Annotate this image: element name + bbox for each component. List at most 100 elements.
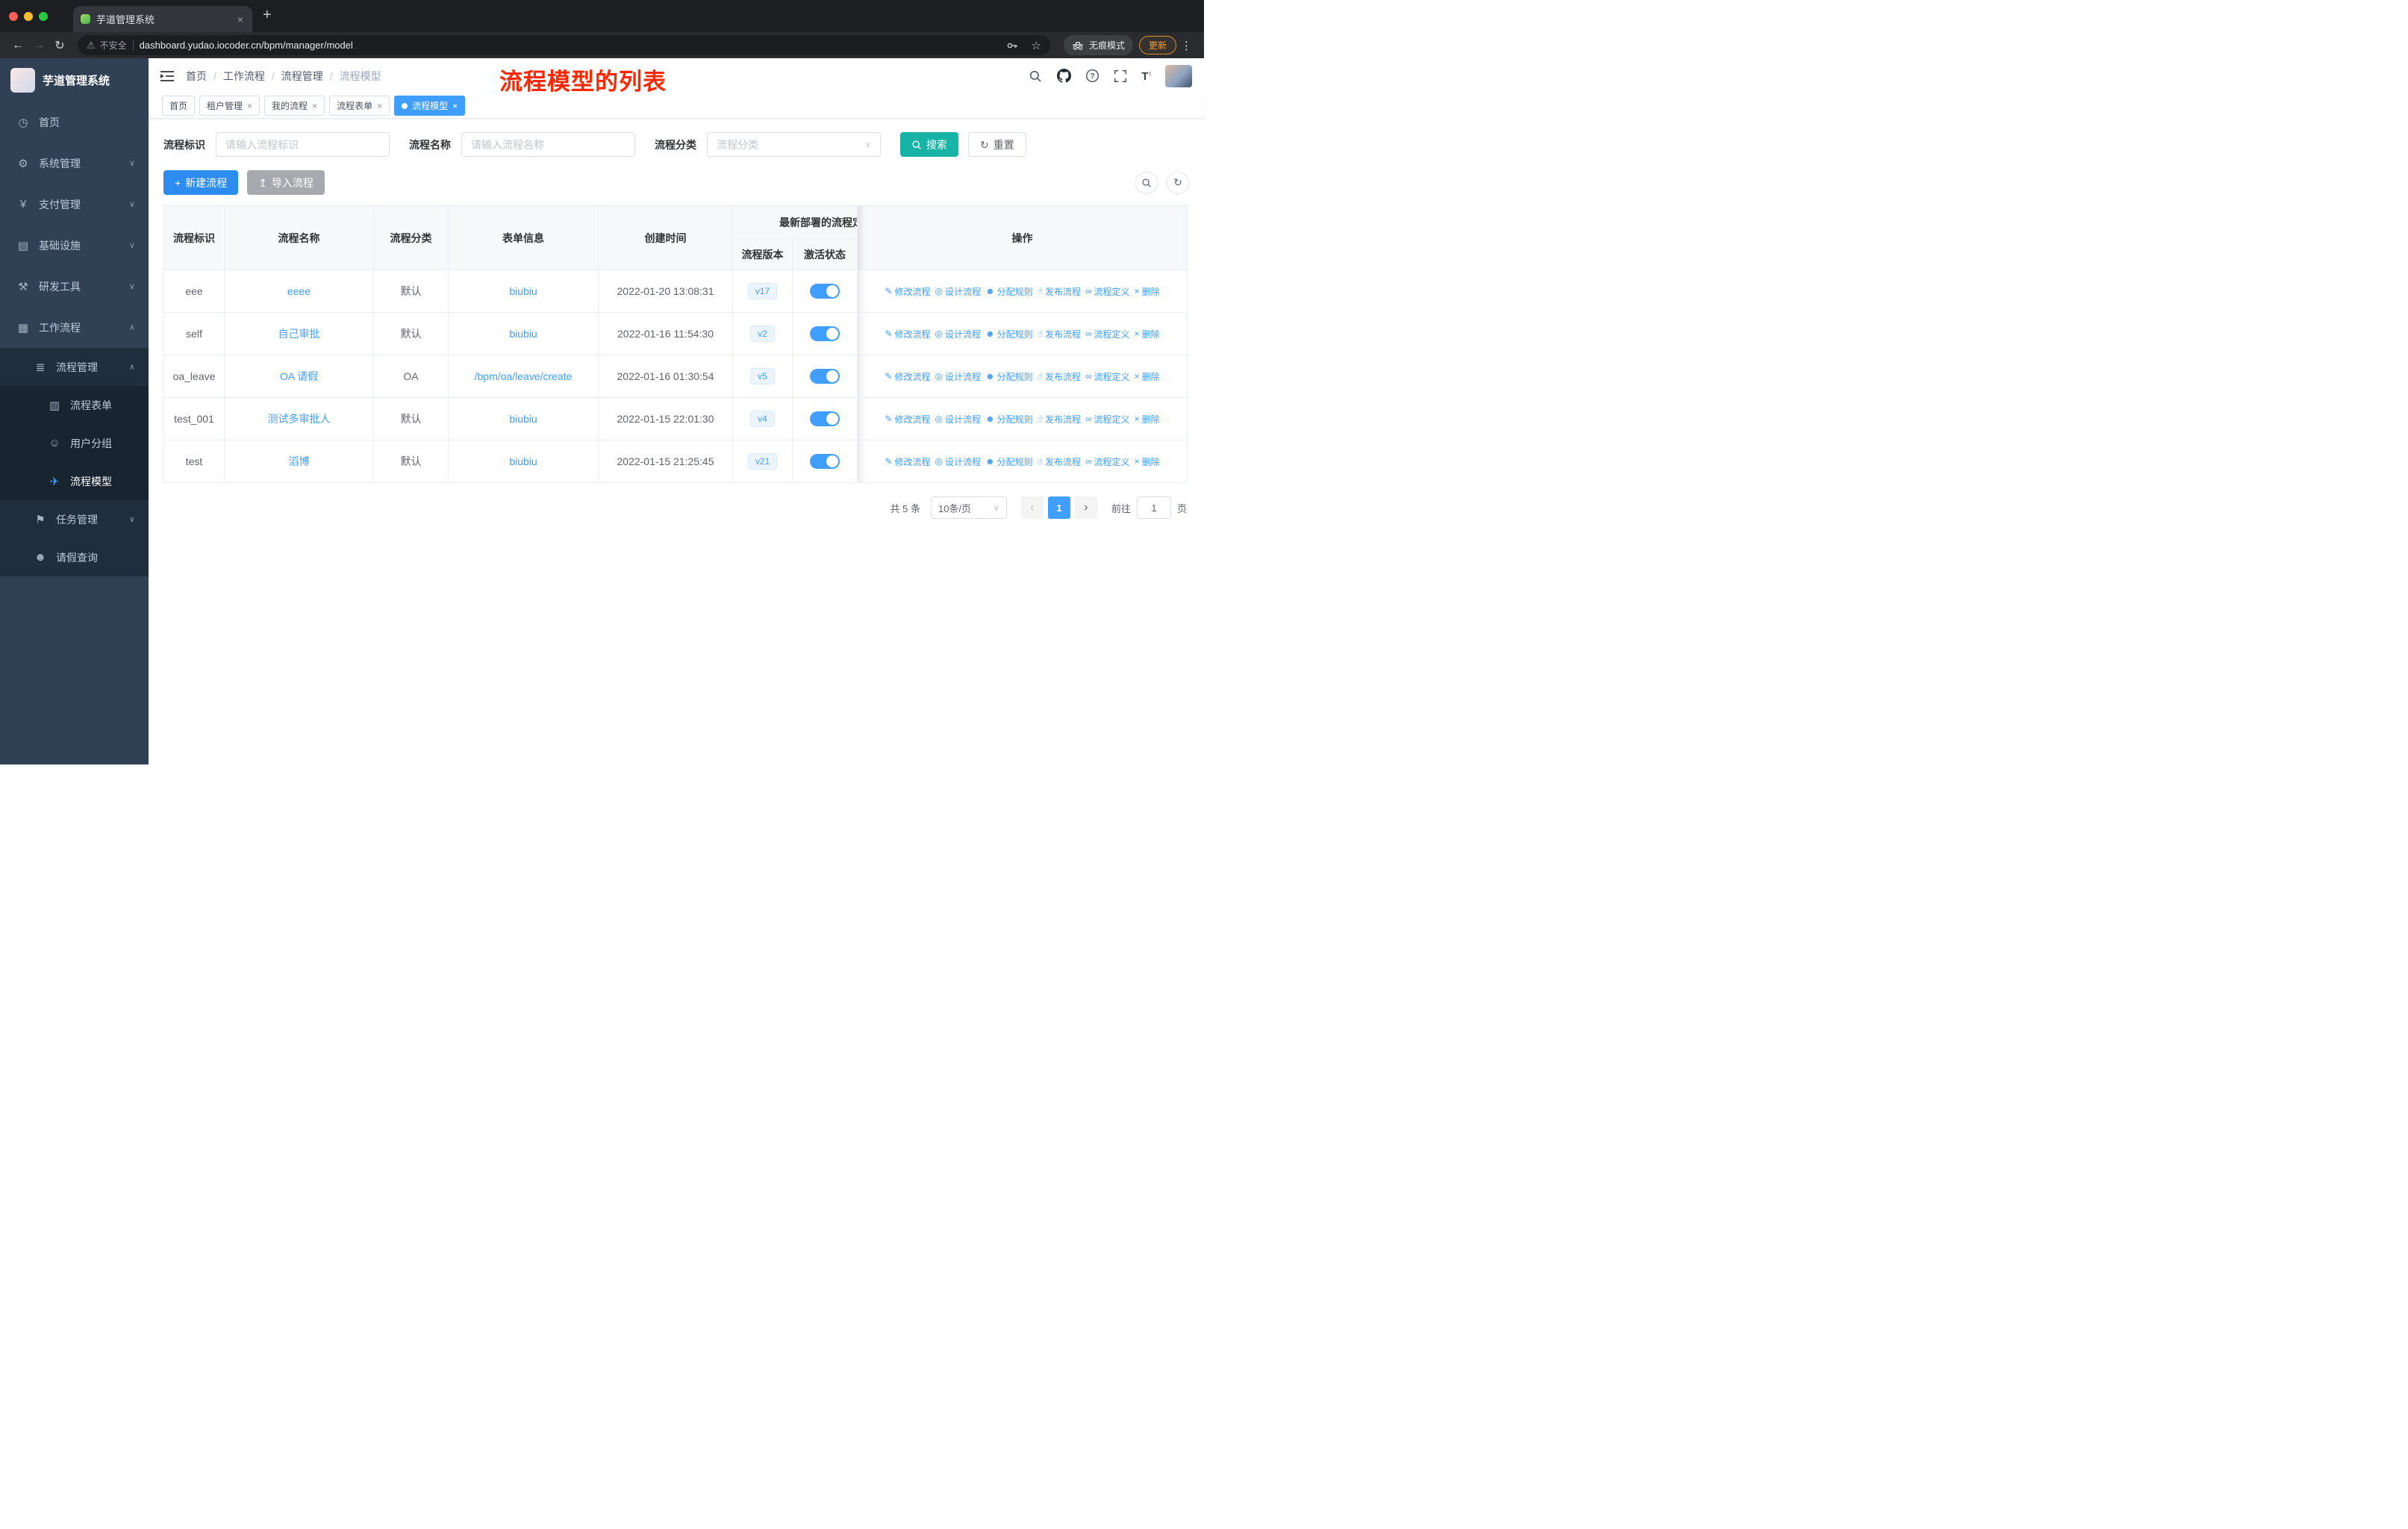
address-bar[interactable]: ⚠ 不安全 dashboard.yudao.iocoder.cn/bpm/man… <box>78 35 1050 55</box>
tag-close-icon[interactable]: × <box>377 101 382 111</box>
form-info-link[interactable]: biubiu <box>509 413 537 425</box>
browser-tab[interactable]: 芋道管理系统 × <box>73 6 252 32</box>
active-toggle[interactable] <box>810 369 840 384</box>
assign-rule-link[interactable]: ☻ 分配规则 <box>985 285 1033 298</box>
reload-button[interactable]: ↻ <box>49 38 70 53</box>
tab-close-icon[interactable]: × <box>236 13 245 25</box>
search-icon[interactable] <box>1028 69 1043 84</box>
process-id-input[interactable] <box>216 132 390 157</box>
font-size-icon[interactable]: T↕ <box>1141 69 1152 83</box>
sidebar-item-leave-query[interactable]: ☻ 请假查询 <box>0 538 149 576</box>
delete-link[interactable]: × 删除 <box>1135 413 1160 426</box>
form-info-link[interactable]: biubiu <box>509 455 537 467</box>
process-definition-link[interactable]: ∞ 流程定义 <box>1085 370 1130 383</box>
current-page-button[interactable]: 1 <box>1047 496 1070 519</box>
sidebar-item-task-management[interactable]: ⚑ 任务管理 ∨ <box>0 500 149 538</box>
password-key-icon[interactable] <box>1006 40 1018 52</box>
design-process-link[interactable]: ◎ 设计流程 <box>935 370 981 383</box>
design-process-link[interactable]: ◎ 设计流程 <box>935 328 981 340</box>
process-definition-link[interactable]: ∞ 流程定义 <box>1085 285 1130 298</box>
tag-close-icon[interactable]: × <box>452 101 458 111</box>
delete-link[interactable]: × 删除 <box>1135 370 1160 383</box>
tag-process-model[interactable]: 流程模型 × <box>394 96 466 116</box>
help-icon[interactable]: ? <box>1085 69 1099 84</box>
breadcrumb-item[interactable]: 首页 <box>186 69 207 84</box>
assign-rule-link[interactable]: ☻ 分配规则 <box>985 328 1033 340</box>
publish-process-link[interactable]: ☝ 发布流程 <box>1038 328 1081 340</box>
process-name-input[interactable] <box>461 132 635 157</box>
tag-home[interactable]: 首页 <box>162 96 196 116</box>
minimize-window-button[interactable] <box>24 11 33 21</box>
modify-process-link[interactable]: ✎ 修改流程 <box>885 413 930 426</box>
sidebar-collapse-button[interactable] <box>160 70 174 82</box>
modify-process-link[interactable]: ✎ 修改流程 <box>885 285 930 298</box>
modify-process-link[interactable]: ✎ 修改流程 <box>885 328 930 340</box>
breadcrumb-item[interactable]: 流程管理 <box>281 69 323 84</box>
goto-page-input[interactable] <box>1136 496 1171 519</box>
new-tab-button[interactable]: + <box>263 7 272 25</box>
delete-link[interactable]: × 删除 <box>1135 328 1160 340</box>
bookmark-star-icon[interactable]: ☆ <box>1032 39 1041 52</box>
page-size-select[interactable]: 10条/页 ∨ <box>930 496 1007 519</box>
modify-process-link[interactable]: ✎ 修改流程 <box>885 455 930 468</box>
publish-process-link[interactable]: ☝ 发布流程 <box>1038 285 1081 298</box>
design-process-link[interactable]: ◎ 设计流程 <box>935 285 981 298</box>
sidebar-item-workflow[interactable]: ▦ 工作流程 ∧ <box>0 307 149 348</box>
form-info-link[interactable]: /bpm/oa/leave/create <box>475 370 573 382</box>
publish-process-link[interactable]: ☝ 发布流程 <box>1038 370 1081 383</box>
breadcrumb-item[interactable]: 工作流程 <box>223 69 265 84</box>
form-info-link[interactable]: biubiu <box>509 285 537 297</box>
fullscreen-icon[interactable] <box>1113 69 1128 84</box>
update-button[interactable]: 更新 <box>1138 36 1176 55</box>
design-process-link[interactable]: ◎ 设计流程 <box>935 455 981 468</box>
design-process-link[interactable]: ◎ 设计流程 <box>935 413 981 426</box>
reset-button[interactable]: ↻ 重置 <box>968 132 1026 157</box>
process-name-link[interactable]: 测试多审批人 <box>268 413 331 425</box>
forward-button[interactable]: → <box>28 39 49 52</box>
refresh-table-button[interactable]: ↻ <box>1167 171 1189 194</box>
sidebar-item-process-management[interactable]: ≣ 流程管理 ∧ <box>0 348 149 386</box>
sidebar-item-payment[interactable]: ¥ 支付管理 ∨ <box>0 184 149 225</box>
process-name-link[interactable]: OA 请假 <box>280 370 318 382</box>
sidebar-item-home[interactable]: ◷ 首页 <box>0 102 149 143</box>
sidebar-item-devtools[interactable]: ⚒ 研发工具 ∨ <box>0 266 149 307</box>
publish-process-link[interactable]: ☝ 发布流程 <box>1038 455 1081 468</box>
assign-rule-link[interactable]: ☻ 分配规则 <box>985 370 1033 383</box>
modify-process-link[interactable]: ✎ 修改流程 <box>885 370 930 383</box>
app-logo[interactable]: 芋道管理系统 <box>0 58 149 102</box>
tag-close-icon[interactable]: × <box>312 101 317 111</box>
back-button[interactable]: ← <box>7 39 28 52</box>
process-definition-link[interactable]: ∞ 流程定义 <box>1085 455 1130 468</box>
sidebar-item-infrastructure[interactable]: ▤ 基础设施 ∨ <box>0 225 149 266</box>
github-icon[interactable] <box>1056 69 1071 84</box>
sidebar-item-user-group[interactable]: ☺ 用户分组 <box>0 424 149 462</box>
process-definition-link[interactable]: ∞ 流程定义 <box>1085 328 1130 340</box>
form-info-link[interactable]: biubiu <box>509 328 537 340</box>
security-indicator[interactable]: ⚠ 不安全 <box>87 39 127 52</box>
assign-rule-link[interactable]: ☻ 分配规则 <box>985 413 1033 426</box>
tag-close-icon[interactable]: × <box>247 101 252 111</box>
tag-process-form[interactable]: 流程表单 × <box>329 96 390 116</box>
delete-link[interactable]: × 删除 <box>1135 455 1160 468</box>
tag-tenant[interactable]: 租户管理 × <box>199 96 261 116</box>
close-window-button[interactable] <box>9 11 18 21</box>
active-toggle[interactable] <box>810 326 840 341</box>
tag-my-process[interactable]: 我的流程 × <box>264 96 325 116</box>
publish-process-link[interactable]: ☝ 发布流程 <box>1038 413 1081 426</box>
sidebar-item-process-form[interactable]: ▥ 流程表单 <box>0 386 149 424</box>
search-button[interactable]: 搜索 <box>900 132 958 157</box>
process-name-link[interactable]: 自己审批 <box>278 328 320 340</box>
browser-menu-icon[interactable]: ⋮ <box>1176 39 1197 52</box>
prev-page-button[interactable]: ‹ <box>1020 496 1044 519</box>
process-name-link[interactable]: eeee <box>287 285 311 297</box>
next-page-button[interactable]: › <box>1074 496 1097 519</box>
active-toggle[interactable] <box>810 411 840 426</box>
maximize-window-button[interactable] <box>39 11 48 21</box>
sidebar-item-system[interactable]: ⚙ 系统管理 ∨ <box>0 143 149 184</box>
active-toggle[interactable] <box>810 454 840 469</box>
active-toggle[interactable] <box>810 284 840 299</box>
show-search-button[interactable] <box>1135 171 1158 194</box>
create-process-button[interactable]: + 新建流程 <box>163 170 239 195</box>
sidebar-item-process-model[interactable]: ✈ 流程模型 <box>0 462 149 500</box>
assign-rule-link[interactable]: ☻ 分配规则 <box>985 455 1033 468</box>
